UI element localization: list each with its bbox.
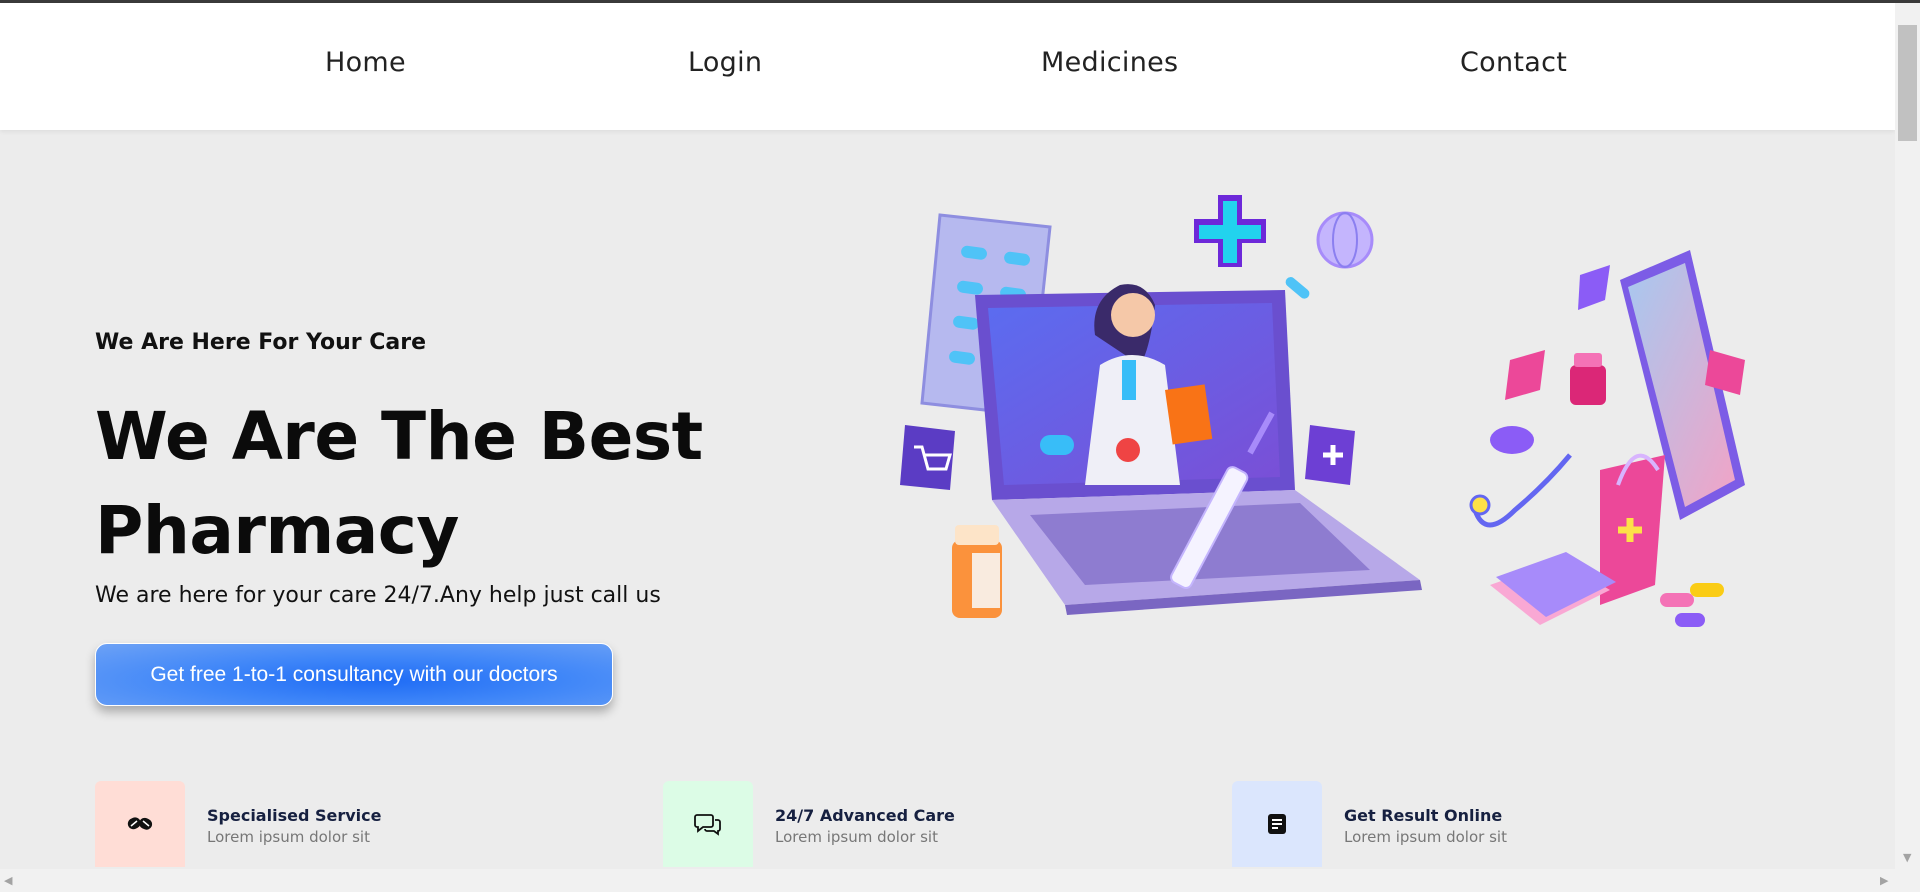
scroll-down-arrow-icon[interactable]: ▼: [1903, 852, 1911, 863]
pharmacy-cross-sign-icon: [1194, 195, 1266, 267]
feature-title: Specialised Service: [207, 806, 382, 825]
scroll-right-arrow-icon[interactable]: ▶: [1880, 875, 1888, 886]
hero-title-line-2: Pharmacy: [95, 492, 459, 569]
nav-link-home[interactable]: Home: [325, 47, 406, 78]
consultancy-cta-button[interactable]: Get free 1-to-1 consultancy with our doc…: [95, 643, 613, 706]
nav-link-contact[interactable]: Contact: [1460, 47, 1567, 78]
feature-description: Lorem ipsum dolor sit: [775, 828, 938, 846]
shopping-cart-card-icon: [900, 425, 955, 490]
chat-bubbles-icon: [694, 814, 721, 836]
pills-icon: [127, 817, 153, 830]
nav-link-login[interactable]: Login: [688, 47, 762, 78]
feature-title: Get Result Online: [1344, 806, 1503, 825]
medicine-jar-icon: [1570, 353, 1606, 405]
feature-icon-box: [663, 781, 753, 867]
feature-specialised-service: Specialised Service Lorem ipsum dolor si…: [95, 781, 575, 867]
feature-icon-box: [1232, 781, 1322, 867]
globe-orb-icon: [1316, 211, 1374, 269]
document-icon: [1268, 814, 1286, 834]
hero-title: We Are The Best Pharmacy: [95, 390, 795, 578]
feature-description: Lorem ipsum dolor sit: [1344, 828, 1507, 846]
nav-link-medicines[interactable]: Medicines: [1041, 47, 1178, 78]
medicine-bottle-icon: [952, 525, 1002, 618]
plus-card-icon: [1305, 425, 1355, 485]
feature-icon-box: [95, 781, 185, 867]
feature-result-online: Get Result Online Lorem ipsum dolor sit: [1232, 781, 1712, 867]
top-navbar: Home Login Medicines Contact: [0, 3, 1895, 130]
hero-tagline: We Are Here For Your Care: [95, 330, 426, 355]
feature-advanced-care: 24/7 Advanced Care Lorem ipsum dolor sit: [663, 781, 1143, 867]
feature-title: 24/7 Advanced Care: [775, 806, 955, 825]
prescription-papers-icon: [1490, 552, 1616, 625]
horizontal-scrollbar[interactable]: [0, 869, 1920, 892]
feature-description: Lorem ipsum dolor sit: [207, 828, 370, 846]
hero-title-line-1: We Are The Best: [95, 398, 703, 475]
vertical-scrollbar-thumb[interactable]: [1898, 25, 1917, 141]
hero-subtitle: We are here for your care 24/7.Any help …: [95, 583, 661, 608]
scroll-left-arrow-icon[interactable]: ◀: [4, 875, 12, 886]
doctor-laptop-pharmacy-illustration: [900, 195, 1745, 627]
stethoscope-icon: [1469, 453, 1572, 528]
